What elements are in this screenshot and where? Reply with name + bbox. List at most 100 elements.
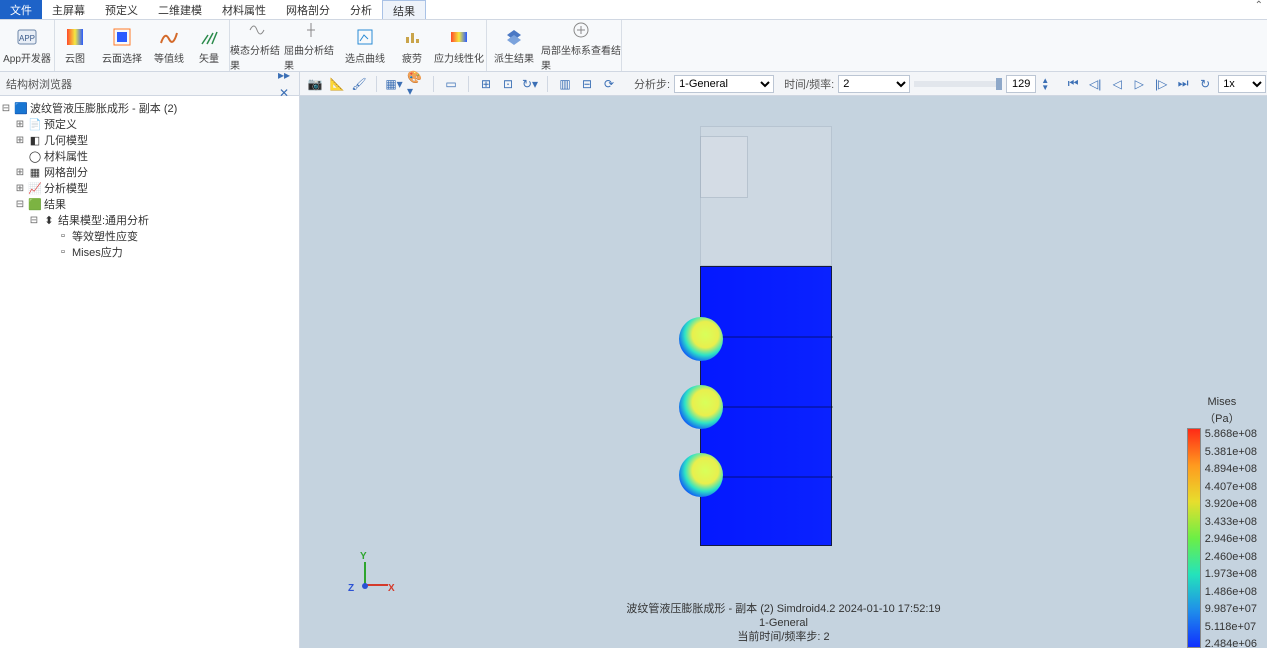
ribbon-fatigue[interactable]: 疲劳 <box>392 20 432 71</box>
frame-slider[interactable] <box>914 81 1002 87</box>
field-icon: ▫ <box>56 229 70 243</box>
tree-item-predef[interactable]: ⊞📄预定义 <box>0 116 299 132</box>
ribbon-pointcurve[interactable]: 选点曲线 <box>338 20 392 71</box>
measure-icon[interactable]: 📐 <box>328 75 346 93</box>
menu-item-analysis[interactable]: 分析 <box>340 0 382 19</box>
play-fwd-icon[interactable]: ▷ <box>1130 75 1148 93</box>
probe3-icon[interactable]: ↻▾ <box>521 75 539 93</box>
tree-item-material[interactable]: ◯材料属性 <box>0 148 299 164</box>
frame-input[interactable] <box>1006 75 1036 93</box>
axis-x-label: X <box>388 583 395 594</box>
tree-item-analysis[interactable]: ⊞📈分析模型 <box>0 180 299 196</box>
ribbon-buckle[interactable]: 屈曲分析结果 <box>284 20 338 71</box>
play-back-icon[interactable]: ◁ <box>1108 75 1126 93</box>
ribbon-label: App开发器 <box>3 50 51 65</box>
collapse-icon[interactable]: ⊟ <box>14 199 26 210</box>
ribbon-app-dev[interactable]: APP App开发器 <box>0 20 54 71</box>
legend-val: 3.920e+08 <box>1205 498 1257 510</box>
ribbon-group-derive: 派生结果 局部坐标系查看结果 <box>487 20 622 71</box>
ribbon-label: 派生结果 <box>494 50 534 65</box>
ribbon-label: 应力线性化 <box>434 50 484 65</box>
color-legend: Mises （Pa） 5.868e+08 5.381e+08 4.894e+08… <box>1187 396 1257 648</box>
menu-item-home[interactable]: 主屏幕 <box>42 0 95 19</box>
menu-item-material[interactable]: 材料属性 <box>212 0 276 19</box>
separator <box>376 76 377 92</box>
ribbon-vector[interactable]: 矢量 <box>189 20 229 71</box>
die-small <box>700 136 748 198</box>
legend-values: 5.868e+08 5.381e+08 4.894e+08 4.407e+08 … <box>1205 428 1257 648</box>
body: ⊟ 🟦 波纹管液压膨胀成形 - 副本 (2) ⊞📄预定义 ⊞◧几何模型 ◯材料属… <box>0 96 1267 648</box>
model-tree[interactable]: ⊟ 🟦 波纹管液压膨胀成形 - 副本 (2) ⊞📄预定义 ⊞◧几何模型 ◯材料属… <box>0 96 300 648</box>
tree-root[interactable]: ⊟ 🟦 波纹管液压膨胀成形 - 副本 (2) <box>0 100 299 116</box>
ribbon-stresslin[interactable]: 应力线性化 <box>432 20 486 71</box>
legend-val: 3.433e+08 <box>1205 516 1257 528</box>
legend-colorbar <box>1187 428 1201 648</box>
vector-icon <box>198 26 220 48</box>
corrugation-2 <box>679 385 723 429</box>
ribbon-group-analysis: 模态分析结果 屈曲分析结果 选点曲线 疲劳 应力线性化 <box>230 20 487 71</box>
tree-item-peeq[interactable]: ▫等效塑性应变 <box>0 228 299 244</box>
ribbon-modal[interactable]: 模态分析结果 <box>230 20 284 71</box>
probe1-icon[interactable]: ⊞ <box>477 75 495 93</box>
warp-icon[interactable]: ▥ <box>556 75 574 93</box>
ribbon-derive[interactable]: 派生结果 <box>487 20 541 71</box>
menu-item-2dmodel[interactable]: 二维建模 <box>148 0 212 19</box>
speed-select[interactable]: 1x <box>1218 75 1266 93</box>
tree-item-mesh[interactable]: ⊞▦网格剖分 <box>0 164 299 180</box>
step-back-icon[interactable]: ◁| <box>1086 75 1104 93</box>
ribbon-group-contour: 云图 云面选择 等值线 矢量 <box>55 20 230 71</box>
analysis-step-select[interactable]: 1-General <box>674 75 774 93</box>
goto-end-icon[interactable]: ⏭ <box>1174 75 1192 93</box>
camera-icon[interactable]: 📷 <box>306 75 324 93</box>
tree-item-mises[interactable]: ▫Mises应力 <box>0 244 299 260</box>
fatigue-icon <box>401 26 423 48</box>
tree-item-resultmodel[interactable]: ⊟⬍结果模型:通用分析 <box>0 212 299 228</box>
goto-start-icon[interactable]: ⏮ <box>1064 75 1082 93</box>
legend-val: 5.381e+08 <box>1205 446 1257 458</box>
ribbon-iso[interactable]: 等值线 <box>149 20 189 71</box>
viewport-3d[interactable]: Y X Z 波纹管液压膨胀成形 - 副本 (2) Simdroid4.2 202… <box>300 96 1267 648</box>
step-fwd-icon[interactable]: |▷ <box>1152 75 1170 93</box>
refresh-icon[interactable]: ⟳ <box>600 75 618 93</box>
panel-pin-icon[interactable]: ▸▸ <box>275 66 293 84</box>
fea-part <box>700 266 832 546</box>
brush-icon[interactable]: 🖌 <box>350 75 368 93</box>
ribbon-label: 等值线 <box>154 50 184 65</box>
expand-icon[interactable]: ⊞ <box>14 183 26 194</box>
tree-item-result[interactable]: ⊟🟩结果 <box>0 196 299 212</box>
axis-y-label: Y <box>360 551 367 562</box>
loop-icon[interactable]: ↻ <box>1196 75 1214 93</box>
menu-item-result[interactable]: 结果 <box>382 0 426 19</box>
cube-icon[interactable]: ▦▾ <box>385 75 403 93</box>
frame-stepper-icon[interactable]: ▲▼ <box>1036 75 1054 93</box>
expand-icon[interactable] <box>14 151 26 162</box>
ribbon-label: 选点曲线 <box>345 50 385 65</box>
palette-icon[interactable]: 🎨▾ <box>407 75 425 93</box>
legend-title2: （Pa） <box>1187 410 1257 426</box>
tree-label: 材料属性 <box>44 148 88 164</box>
resultmodel-icon: ⬍ <box>42 213 56 227</box>
geom-icon: ◧ <box>28 133 42 147</box>
expand-icon[interactable]: ⊞ <box>14 135 26 146</box>
menu-item-file[interactable]: 文件 <box>0 0 42 19</box>
menu-item-mesh[interactable]: 网格剖分 <box>276 0 340 19</box>
probe2-icon[interactable]: ⊡ <box>499 75 517 93</box>
tree-label: 预定义 <box>44 116 77 132</box>
expand-icon[interactable]: ⊞ <box>14 119 26 130</box>
caption-line1: 波纹管液压膨胀成形 - 副本 (2) Simdroid4.2 2024-01-1… <box>626 602 940 616</box>
select-icon[interactable]: ▭ <box>442 75 460 93</box>
expand-icon[interactable]: ⊞ <box>14 167 26 178</box>
legend-val: 2.946e+08 <box>1205 533 1257 545</box>
analysis-step-label: 分析步: <box>634 76 670 92</box>
ribbon-localcs[interactable]: 局部坐标系查看结果 <box>541 20 621 71</box>
ribbon-cloud[interactable]: 云图 <box>55 20 95 71</box>
collapse-icon[interactable]: ⊟ <box>28 215 40 226</box>
time-freq-select[interactable]: 2 <box>838 75 910 93</box>
tree-item-geom[interactable]: ⊞◧几何模型 <box>0 132 299 148</box>
legend-body: 5.868e+08 5.381e+08 4.894e+08 4.407e+08 … <box>1187 428 1257 648</box>
ribbon-cloud-select[interactable]: 云面选择 <box>95 20 149 71</box>
collapse-ribbon-icon[interactable]: ⌃ <box>1255 0 1263 19</box>
scale-icon[interactable]: ⊟ <box>578 75 596 93</box>
menu-item-predef[interactable]: 预定义 <box>95 0 148 19</box>
collapse-icon[interactable]: ⊟ <box>0 103 12 114</box>
